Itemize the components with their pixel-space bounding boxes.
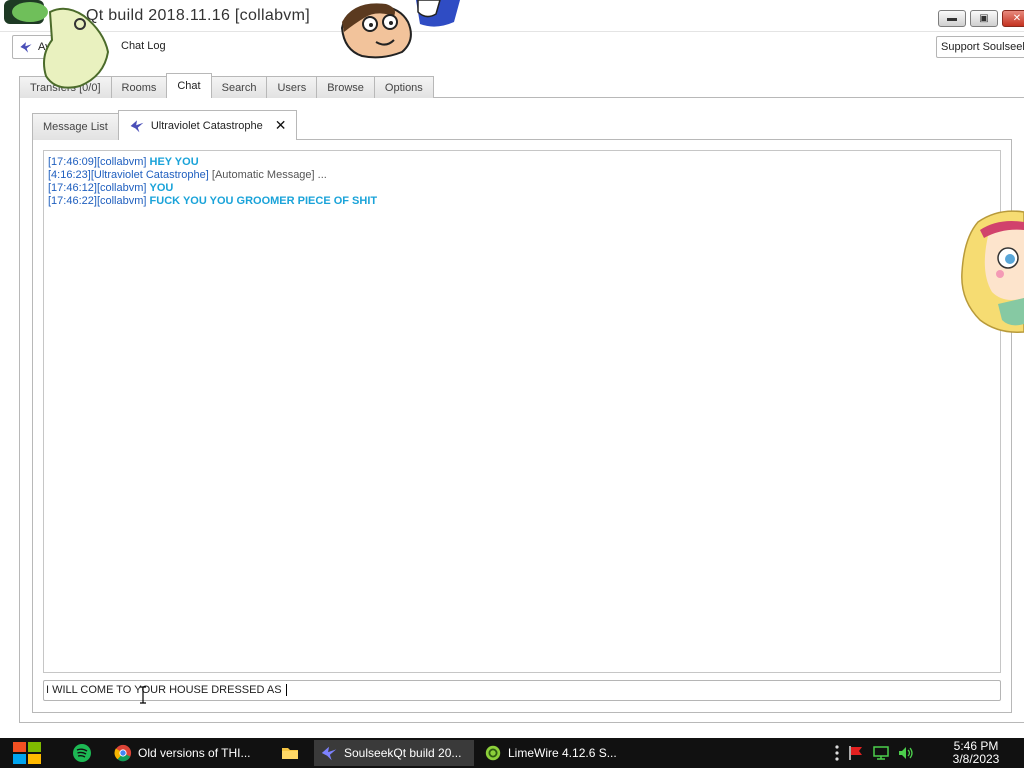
- tab-rooms[interactable]: Rooms: [110, 76, 168, 98]
- taskbar-clock[interactable]: 5:46 PM 3/8/2023: [936, 740, 1016, 766]
- tab-message-list[interactable]: Message List: [32, 113, 119, 140]
- chat-history[interactable]: [17:46:09][collabvm] HEY YOU [4:16:23][U…: [43, 150, 1001, 673]
- chat-message: [4:16:23][Ultraviolet Catastrophe] [Auto…: [48, 169, 996, 182]
- chat-message: [17:46:09][collabvm] HEY YOU: [48, 156, 996, 169]
- network-icon[interactable]: [872, 744, 890, 762]
- message-timestamp: [17:46:09]: [48, 156, 97, 168]
- text-caret: [285, 684, 287, 697]
- soulseek-bird-icon: [321, 746, 337, 761]
- soulseek-bird-icon: [130, 119, 144, 132]
- message-username: [collabvm]: [96, 182, 147, 194]
- tab-options[interactable]: Options: [373, 76, 434, 98]
- ibeam-cursor-icon: [140, 686, 146, 704]
- message-username: [collabvm]: [96, 156, 147, 168]
- message-text: FUCK YOU YOU GROOMER PIECE OF SHIT: [149, 195, 378, 207]
- tab-search[interactable]: Search: [210, 76, 268, 98]
- close-conversation-icon[interactable]: ✕: [275, 117, 287, 134]
- taskbar-item-label: LimeWire 4.12.6 S...: [508, 746, 617, 760]
- chrome-icon: [114, 744, 132, 762]
- chat-message: [17:46:22][collabvm] FUCK YOU YOU GROOME…: [48, 195, 996, 208]
- chat-input-value: I WILL COME TO YOUR HOUSE DRESSED AS: [46, 684, 285, 696]
- message-text: HEY YOU: [149, 156, 199, 168]
- chat-message: [17:46:12][collabvm] YOU: [48, 182, 996, 195]
- blonde-girl-sticker-icon: [961, 210, 1024, 333]
- start-button[interactable]: [10, 738, 44, 768]
- action-center-flag-icon[interactable]: [847, 744, 865, 762]
- toolbar: Av Chat Log Support Soulseek: [0, 32, 1024, 62]
- taskbar: Old versions of THI... SoulseekQt build …: [0, 738, 1024, 768]
- message-username: [Ultraviolet Catastrophe]: [90, 169, 209, 181]
- chat-sub-tab-bar: Message List Ultraviolet Catastrophe ✕: [32, 110, 298, 140]
- taskbar-item-soulseek[interactable]: SoulseekQt build 20...: [314, 740, 474, 766]
- taskbar-item-label: Old versions of THI...: [138, 746, 251, 760]
- taskbar-item-label: SoulseekQt build 20...: [344, 746, 462, 760]
- message-username: [collabvm]: [96, 195, 147, 207]
- maximize-button[interactable]: ▣: [970, 10, 998, 27]
- tab-users[interactable]: Users: [266, 76, 318, 98]
- close-window-button[interactable]: ✕: [1002, 10, 1024, 27]
- taskbar-item-limewire[interactable]: LimeWire 4.12.6 S...: [478, 740, 628, 766]
- support-soulseek-button[interactable]: Support Soulseek: [936, 36, 1024, 58]
- windows-logo-icon: [13, 742, 41, 764]
- limewire-icon: [485, 745, 501, 761]
- message-text: [Automatic Message] ...: [211, 169, 327, 181]
- minimize-button[interactable]: ▬: [938, 10, 966, 27]
- window-title: Qt build 2018.11.16 [collabvm]: [86, 7, 310, 24]
- tab-browse[interactable]: Browse: [316, 76, 375, 98]
- conversation-tab-label: Ultraviolet Catastrophe: [150, 119, 263, 132]
- tab-chat[interactable]: Chat: [166, 73, 212, 98]
- file-explorer-icon[interactable]: [280, 743, 300, 763]
- chat-log-button[interactable]: Chat Log: [121, 40, 166, 52]
- green-character-sticker-icon: [4, 0, 110, 89]
- tab-message-list-label: Message List: [43, 121, 108, 133]
- window-titlebar: Qt build 2018.11.16 [collabvm] ▬ ▣ ✕: [0, 0, 1024, 32]
- spotify-icon[interactable]: [72, 743, 92, 763]
- message-text: YOU: [149, 182, 174, 194]
- cartoon-face-sticker-icon: [340, 0, 460, 59]
- tab-conversation-ultraviolet[interactable]: Ultraviolet Catastrophe ✕: [117, 110, 298, 140]
- message-timestamp: [17:46:12]: [48, 182, 97, 194]
- message-timestamp: [17:46:22]: [48, 195, 97, 207]
- clock-date: 3/8/2023: [952, 752, 1000, 766]
- system-tray: [834, 738, 915, 768]
- taskbar-item-chrome[interactable]: Old versions of THI...: [108, 740, 262, 766]
- chat-message-input[interactable]: I WILL COME TO YOUR HOUSE DRESSED AS: [43, 680, 1001, 701]
- volume-icon[interactable]: [897, 744, 915, 762]
- message-timestamp: [4:16:23]: [48, 169, 91, 181]
- more-options-icon[interactable]: [834, 744, 840, 762]
